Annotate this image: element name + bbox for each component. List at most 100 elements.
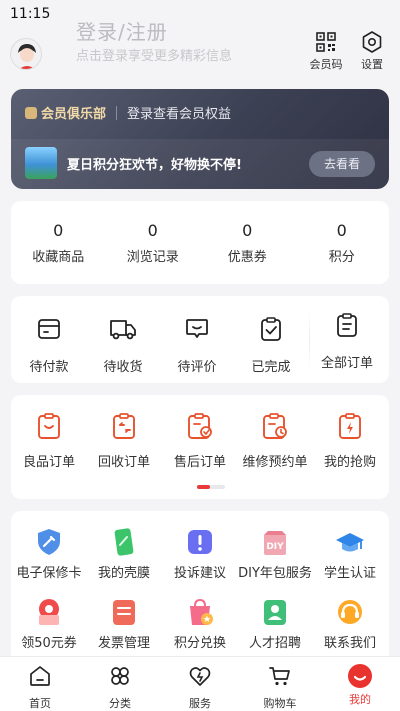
tab-cart[interactable]: 购物车 xyxy=(240,657,320,711)
order-completed[interactable]: 已完成 xyxy=(235,316,307,375)
complaint-icon xyxy=(185,527,215,557)
stat-value: 0 xyxy=(147,221,158,240)
stat-points[interactable]: 0 积分 xyxy=(295,201,390,284)
tool-label: 投诉建议 xyxy=(173,566,226,581)
stat-label: 优惠券 xyxy=(227,250,267,265)
tool-diy-service[interactable]: DIY DIY年包服务 xyxy=(237,527,313,581)
service-after-sale-orders[interactable]: 售后订单 xyxy=(162,412,238,470)
quality-order-icon xyxy=(38,413,60,439)
club-logo-icon xyxy=(25,106,37,119)
page-indicator-active xyxy=(197,485,210,489)
after-sale-icon xyxy=(188,413,212,439)
promo-text: 夏日积分狂欢节，好物换不停! xyxy=(67,158,242,173)
view-benefits-link[interactable]: 登录查看会员权益 xyxy=(127,103,231,122)
tool-recruitment[interactable]: 人才招聘 xyxy=(237,597,313,651)
order-label: 全部订单 xyxy=(320,356,373,371)
service-heart-icon xyxy=(189,667,211,686)
service-quality-orders[interactable]: 良品订单 xyxy=(11,412,87,470)
recruitment-icon xyxy=(260,597,290,627)
diy-badge: DIY xyxy=(266,542,284,552)
tool-complaint[interactable]: 投诉建议 xyxy=(162,527,238,581)
service-label: 良品订单 xyxy=(22,455,75,470)
divider xyxy=(309,310,310,370)
wallet-icon xyxy=(38,319,60,339)
tab-label: 首页 xyxy=(29,697,51,710)
tool-label: DIY年包服务 xyxy=(238,566,312,581)
member-code-label: 会员码 xyxy=(309,58,343,71)
tab-category[interactable]: 分类 xyxy=(80,657,160,711)
order-label: 已完成 xyxy=(251,360,291,375)
me-icon xyxy=(348,664,372,688)
student-cap-icon xyxy=(335,527,365,557)
stat-value: 0 xyxy=(336,221,347,240)
tool-coupon[interactable]: 领50元券 xyxy=(11,597,87,651)
points-exchange-icon xyxy=(185,597,215,627)
tool-student-auth[interactable]: 学生认证 xyxy=(312,527,388,581)
cart-icon xyxy=(269,667,290,686)
service-label: 我的抢购 xyxy=(323,455,376,470)
club-name: 会员俱乐部 xyxy=(41,107,107,122)
settings-label: 设置 xyxy=(361,58,383,71)
service-repair-appointments[interactable]: 维修预约单 xyxy=(237,412,313,470)
truck-icon xyxy=(110,320,136,340)
service-flash-sales[interactable]: 我的抢购 xyxy=(312,412,388,470)
member-card[interactable]: 会员俱乐部 登录查看会员权益 夏日积分狂欢节，好物换不停! 去看看 xyxy=(11,89,389,189)
tool-label: 发票管理 xyxy=(97,636,150,651)
profile-header: 登录/注册 点击登录享受更多精彩信息 会员码 设置 xyxy=(0,10,400,80)
tab-label: 我的 xyxy=(349,693,371,706)
avatar[interactable] xyxy=(10,38,42,70)
tool-points-exchange[interactable]: 积分兑换 xyxy=(162,597,238,651)
tool-label: 联系我们 xyxy=(323,636,376,651)
bottom-tab-bar: 首页 分类 服务 购物车 我的 xyxy=(0,656,400,711)
orders-card: 待付款 待收货 待评价 已完成 全部订单 xyxy=(11,296,389,383)
order-pending-payment[interactable]: 待付款 xyxy=(13,316,85,375)
invoice-icon xyxy=(109,597,139,627)
tab-label: 分类 xyxy=(109,697,131,710)
recycle-order-icon xyxy=(113,413,135,439)
login-title[interactable]: 登录/注册 xyxy=(76,16,168,45)
order-pending-review[interactable]: 待评价 xyxy=(161,316,233,375)
promo-thumbnail xyxy=(25,147,57,179)
tool-contact-us[interactable]: 联系我们 xyxy=(312,597,388,651)
stat-label: 积分 xyxy=(328,250,355,265)
order-label: 待评价 xyxy=(177,360,217,375)
done-check-icon xyxy=(261,317,281,341)
all-orders-icon xyxy=(337,313,357,337)
tool-invoice[interactable]: 发票管理 xyxy=(86,597,162,651)
order-pending-receipt[interactable]: 待收货 xyxy=(87,316,159,375)
tool-warranty-card[interactable]: 电子保修卡 xyxy=(11,527,87,581)
tab-home[interactable]: 首页 xyxy=(0,657,80,711)
stat-label: 浏览记录 xyxy=(126,250,179,265)
order-label: 待收货 xyxy=(103,360,143,375)
divider xyxy=(116,105,118,120)
comment-icon xyxy=(186,319,208,338)
stat-value: 0 xyxy=(53,221,64,240)
stat-history[interactable]: 0 浏览记录 xyxy=(106,201,201,284)
tool-label: 积分兑换 xyxy=(173,636,226,651)
promo-banner[interactable]: 夏日积分狂欢节，好物换不停! 去看看 xyxy=(11,139,389,189)
phone-case-icon xyxy=(109,527,139,557)
coupon-icon xyxy=(34,597,64,627)
gear-icon xyxy=(362,31,382,53)
stat-favorites[interactable]: 0 收藏商品 xyxy=(11,201,106,284)
warranty-card-icon xyxy=(34,527,64,557)
tab-label: 购物车 xyxy=(263,697,297,710)
tool-label: 电子保修卡 xyxy=(16,566,82,581)
order-all[interactable]: 全部订单 xyxy=(311,312,383,371)
tool-label: 学生认证 xyxy=(323,566,376,581)
member-code-button[interactable]: 会员码 xyxy=(304,30,348,72)
customer-service-icon xyxy=(335,597,365,627)
login-subtitle: 点击登录享受更多精彩信息 xyxy=(76,49,233,64)
tab-me[interactable]: 我的 xyxy=(320,657,400,711)
page-indicator xyxy=(197,485,225,489)
stats-card: 0 收藏商品 0 浏览记录 0 优惠券 0 积分 xyxy=(11,201,389,284)
tab-label: 服务 xyxy=(189,697,211,710)
service-recycle-orders[interactable]: 回收订单 xyxy=(86,412,162,470)
settings-button[interactable]: 设置 xyxy=(350,30,394,72)
stat-coupons[interactable]: 0 优惠券 xyxy=(200,201,295,284)
tab-service[interactable]: 服务 xyxy=(160,657,240,711)
avatar-icon xyxy=(11,39,41,69)
promo-go-button[interactable]: 去看看 xyxy=(309,151,375,177)
service-label: 售后订单 xyxy=(173,455,226,470)
tool-phone-case[interactable]: 我的壳膜 xyxy=(86,527,162,581)
